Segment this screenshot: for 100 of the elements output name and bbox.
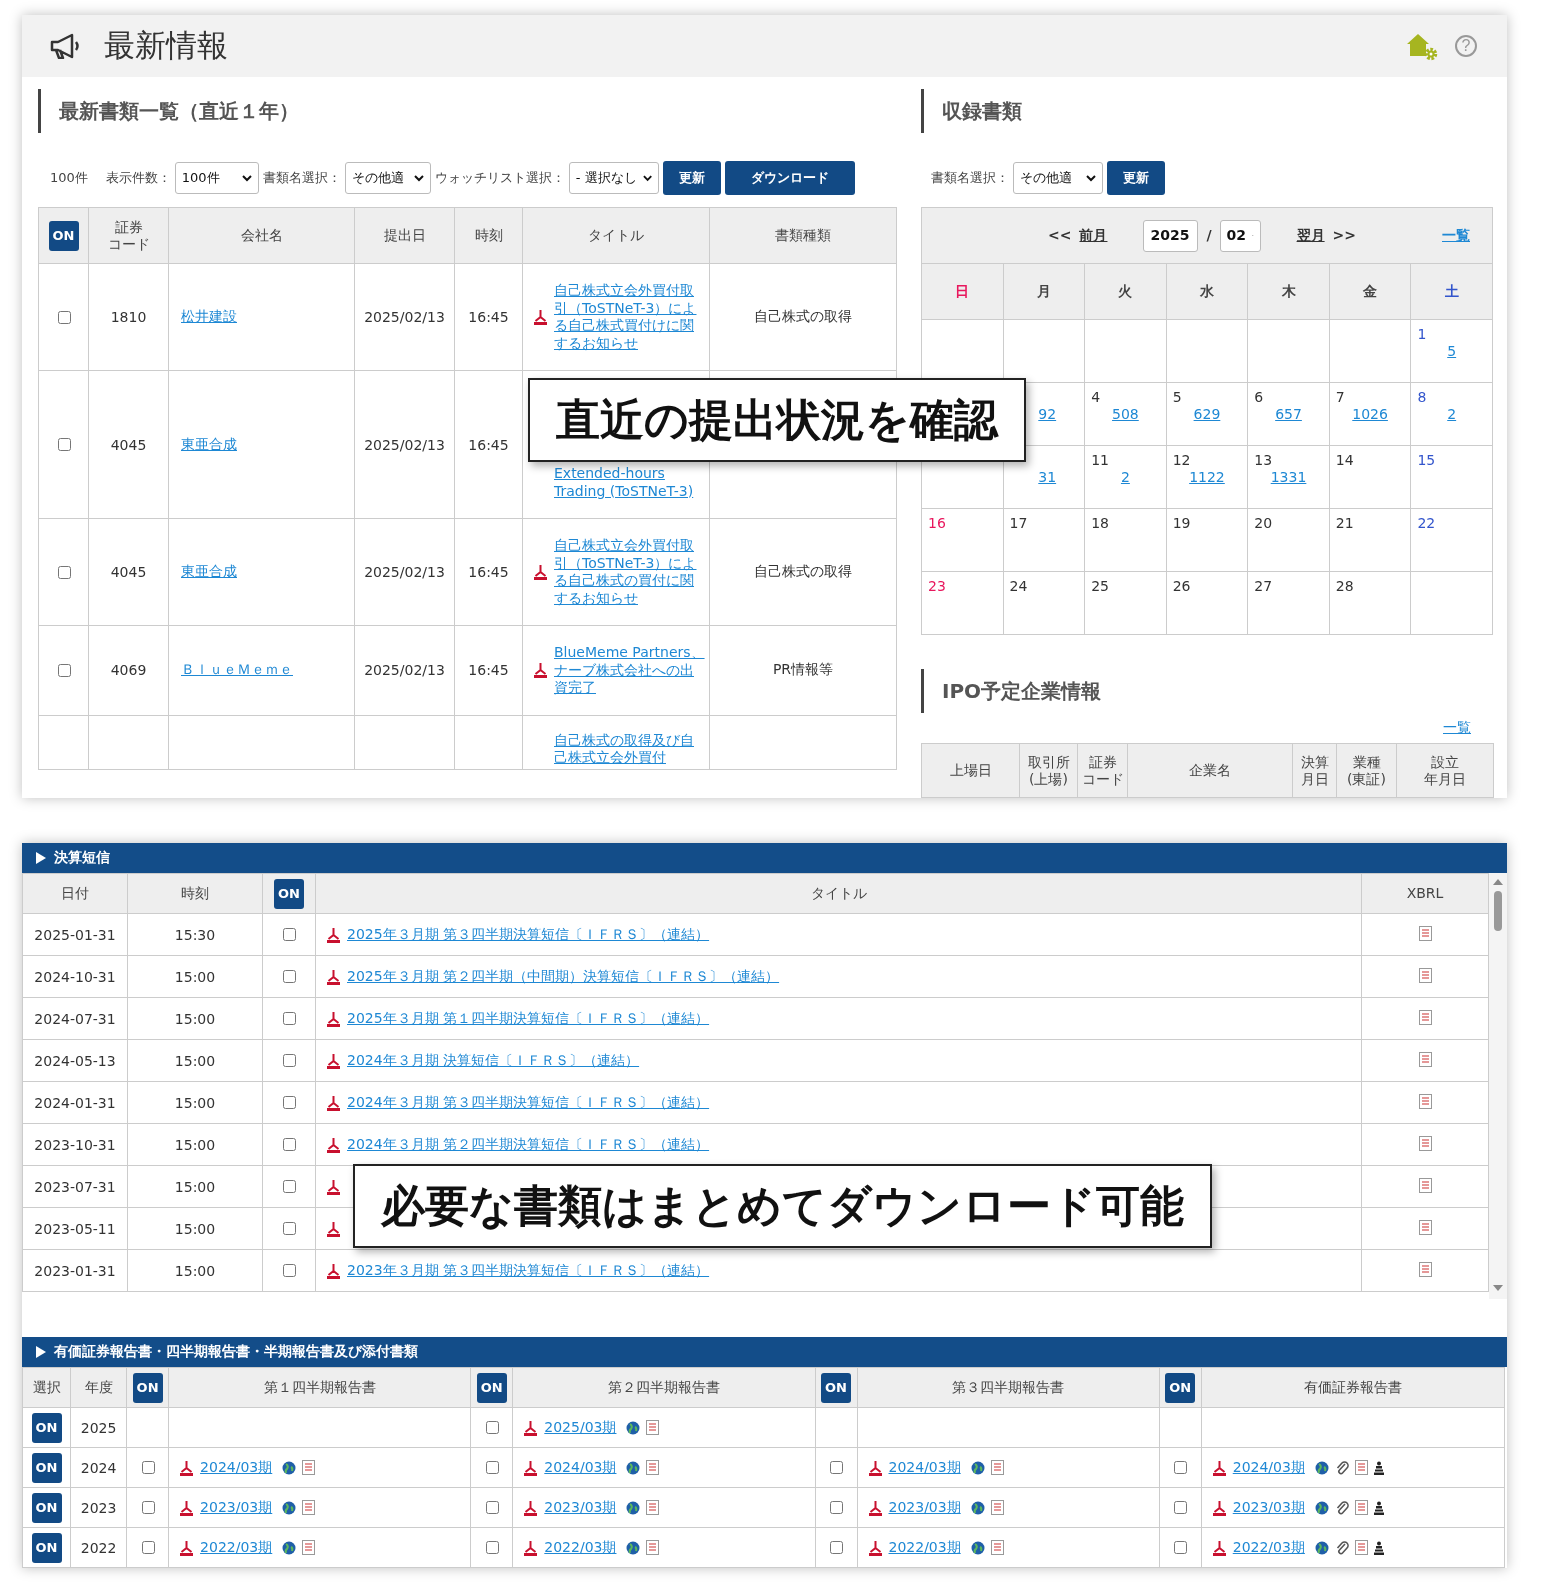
pdf-icon[interactable] bbox=[326, 967, 341, 986]
globe-icon[interactable] bbox=[282, 1460, 297, 1475]
checkbox[interactable] bbox=[283, 1138, 296, 1151]
scrollbar[interactable] bbox=[1489, 873, 1507, 1299]
pdf-icon[interactable] bbox=[326, 1093, 341, 1112]
count-link[interactable]: 92 bbox=[1038, 406, 1057, 422]
title-link[interactable]: 2023年３月期 第３四半期決算短信〔ＩＦＲＳ〕（連結） bbox=[347, 1261, 710, 1280]
checkbox[interactable] bbox=[283, 1222, 296, 1235]
count-link[interactable]: 1122 bbox=[1189, 469, 1225, 485]
globe-icon[interactable] bbox=[282, 1540, 297, 1555]
count-link[interactable]: 31 bbox=[1038, 469, 1057, 485]
update-button[interactable]: 更新 bbox=[662, 161, 721, 195]
count-link[interactable]: 1331 bbox=[1270, 469, 1307, 485]
list-link[interactable]: 一覧 bbox=[1442, 227, 1470, 244]
file-icon[interactable] bbox=[302, 1500, 316, 1515]
row-select-button[interactable]: ON bbox=[31, 1452, 62, 1483]
pdf-icon[interactable] bbox=[326, 1219, 341, 1238]
select-all-button[interactable]: ON bbox=[1165, 1372, 1196, 1403]
checkbox[interactable] bbox=[283, 1012, 296, 1025]
pdf-icon[interactable] bbox=[867, 1538, 883, 1557]
checkbox[interactable] bbox=[283, 970, 296, 983]
next-month-link[interactable]: 翌月 bbox=[1296, 227, 1325, 244]
period-link[interactable]: 2025/03期 bbox=[544, 1418, 617, 1437]
title-link[interactable]: 2025年３月期 第１四半期決算短信〔ＩＦＲＳ〕（連結） bbox=[347, 1009, 710, 1028]
checkbox[interactable] bbox=[283, 1054, 296, 1067]
pdf-icon[interactable] bbox=[326, 1177, 341, 1196]
pdf-icon[interactable] bbox=[179, 1498, 195, 1517]
pdf-icon[interactable] bbox=[1211, 1538, 1227, 1557]
checkbox[interactable] bbox=[141, 1541, 155, 1554]
checkbox[interactable] bbox=[1174, 1461, 1188, 1474]
title-link[interactable]: 2024年３月期 決算短信〔ＩＦＲＳ〕（連結） bbox=[347, 1051, 640, 1070]
period-link[interactable]: 2023/03期 bbox=[544, 1498, 617, 1517]
globe-icon[interactable] bbox=[970, 1500, 985, 1515]
pdf-icon[interactable] bbox=[326, 1051, 341, 1070]
period-link[interactable]: 2024/03期 bbox=[200, 1458, 273, 1477]
company-link[interactable]: 東亜合成 bbox=[181, 435, 237, 452]
pdf-icon[interactable] bbox=[523, 1538, 539, 1557]
checkbox[interactable] bbox=[1174, 1501, 1188, 1514]
period-link[interactable]: 2023/03期 bbox=[200, 1498, 273, 1517]
paperclip-icon[interactable] bbox=[1334, 1459, 1349, 1476]
year-select[interactable]: 2025 bbox=[1143, 219, 1199, 252]
period-link[interactable]: 2022/03期 bbox=[544, 1538, 617, 1557]
file-icon[interactable] bbox=[990, 1540, 1004, 1555]
count-link[interactable]: 1026 bbox=[1352, 406, 1388, 422]
filter-select[interactable]: その他適 bbox=[344, 162, 431, 194]
checkbox[interactable] bbox=[283, 928, 296, 941]
checkbox[interactable] bbox=[141, 1461, 155, 1474]
count-link[interactable]: 5 bbox=[1447, 343, 1457, 359]
checkbox[interactable] bbox=[141, 1501, 155, 1514]
pdf-icon[interactable] bbox=[326, 1135, 341, 1154]
row-select-button[interactable]: ON bbox=[31, 1532, 62, 1563]
pdf-icon[interactable] bbox=[1211, 1458, 1227, 1477]
file-icon[interactable] bbox=[646, 1460, 660, 1475]
pdf-icon[interactable] bbox=[326, 925, 341, 944]
pdf-icon[interactable] bbox=[179, 1538, 195, 1557]
file-icon[interactable] bbox=[990, 1500, 1004, 1515]
select-all-button[interactable]: ON bbox=[476, 1372, 507, 1403]
checkbox[interactable] bbox=[485, 1421, 499, 1434]
checkbox[interactable] bbox=[485, 1501, 499, 1514]
checkbox[interactable] bbox=[283, 1096, 296, 1109]
select-all-button[interactable]: ON bbox=[821, 1372, 851, 1403]
pdf-icon[interactable] bbox=[523, 1458, 539, 1477]
count-link[interactable]: 2 bbox=[1120, 469, 1130, 485]
stack-icon[interactable] bbox=[1373, 1460, 1384, 1475]
file-icon[interactable] bbox=[1354, 1500, 1368, 1515]
checkbox[interactable] bbox=[57, 438, 71, 451]
file-icon[interactable] bbox=[646, 1540, 660, 1555]
row-select-button[interactable]: ON bbox=[31, 1412, 62, 1443]
count-link[interactable]: 508 bbox=[1112, 406, 1139, 422]
select-all-button[interactable]: ON bbox=[48, 220, 79, 251]
pdf-icon[interactable] bbox=[867, 1458, 883, 1477]
file-icon[interactable] bbox=[1418, 1177, 1432, 1193]
select-all-button[interactable]: ON bbox=[132, 1372, 163, 1403]
checkbox[interactable] bbox=[283, 1264, 296, 1277]
section-header[interactable]: 決算短信 bbox=[22, 843, 1507, 873]
file-icon[interactable] bbox=[1418, 1261, 1432, 1277]
paperclip-icon[interactable] bbox=[1334, 1499, 1349, 1516]
checkbox[interactable] bbox=[830, 1541, 843, 1554]
filter-select[interactable]: - 選択なし bbox=[568, 162, 659, 194]
file-icon[interactable] bbox=[1418, 1051, 1432, 1067]
globe-icon[interactable] bbox=[970, 1460, 985, 1475]
file-icon[interactable] bbox=[1418, 1135, 1432, 1151]
file-icon[interactable] bbox=[646, 1500, 660, 1515]
pdf-icon[interactable] bbox=[326, 1009, 341, 1028]
period-link[interactable]: 2023/03期 bbox=[888, 1498, 961, 1517]
period-link[interactable]: 2022/03期 bbox=[1232, 1538, 1305, 1557]
filter-select[interactable]: その他適 bbox=[1013, 162, 1103, 194]
file-icon[interactable] bbox=[1418, 1009, 1432, 1025]
stack-icon[interactable] bbox=[1373, 1540, 1384, 1555]
pdf-icon[interactable] bbox=[326, 1261, 341, 1280]
globe-icon[interactable] bbox=[1314, 1460, 1329, 1475]
download-button[interactable]: ダウンロード bbox=[724, 161, 855, 195]
checkbox[interactable] bbox=[830, 1461, 843, 1474]
globe-icon[interactable] bbox=[626, 1420, 641, 1435]
pdf-icon[interactable] bbox=[523, 1418, 539, 1437]
month-select[interactable]: 02 bbox=[1219, 219, 1261, 252]
globe-icon[interactable] bbox=[626, 1460, 641, 1475]
title-link[interactable]: Extended-hours Trading (ToSTNeT-3) bbox=[554, 465, 705, 500]
file-icon[interactable] bbox=[1418, 1093, 1432, 1109]
file-icon[interactable] bbox=[302, 1540, 316, 1555]
